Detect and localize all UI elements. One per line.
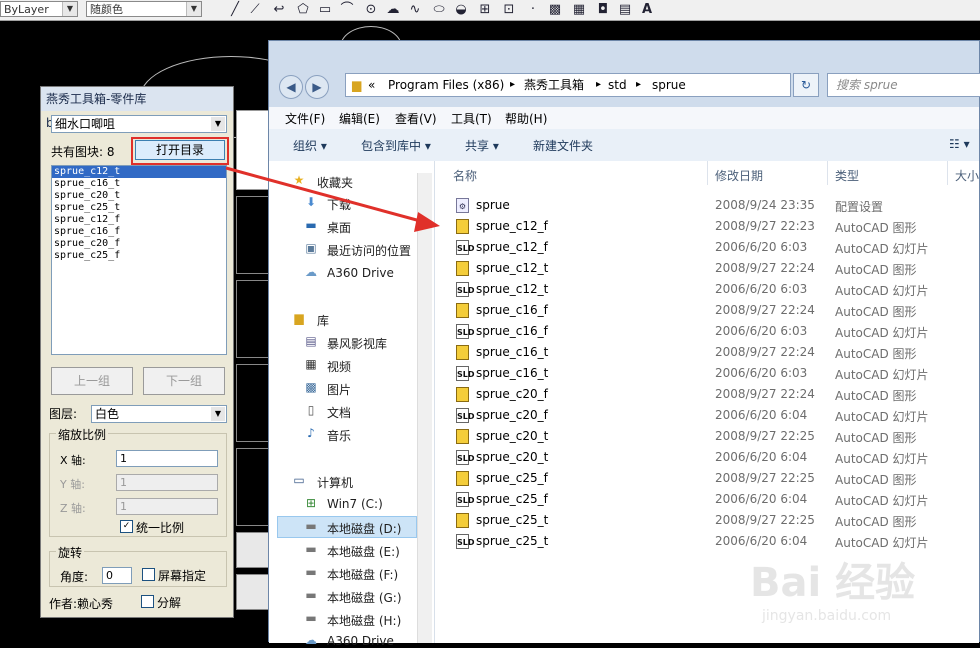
baidu-watermark-logo: Bai 经验 xyxy=(750,560,916,606)
baidu-watermark-url: jingyan.baidu.com xyxy=(762,608,892,624)
red-arrow-annotation xyxy=(225,166,440,232)
